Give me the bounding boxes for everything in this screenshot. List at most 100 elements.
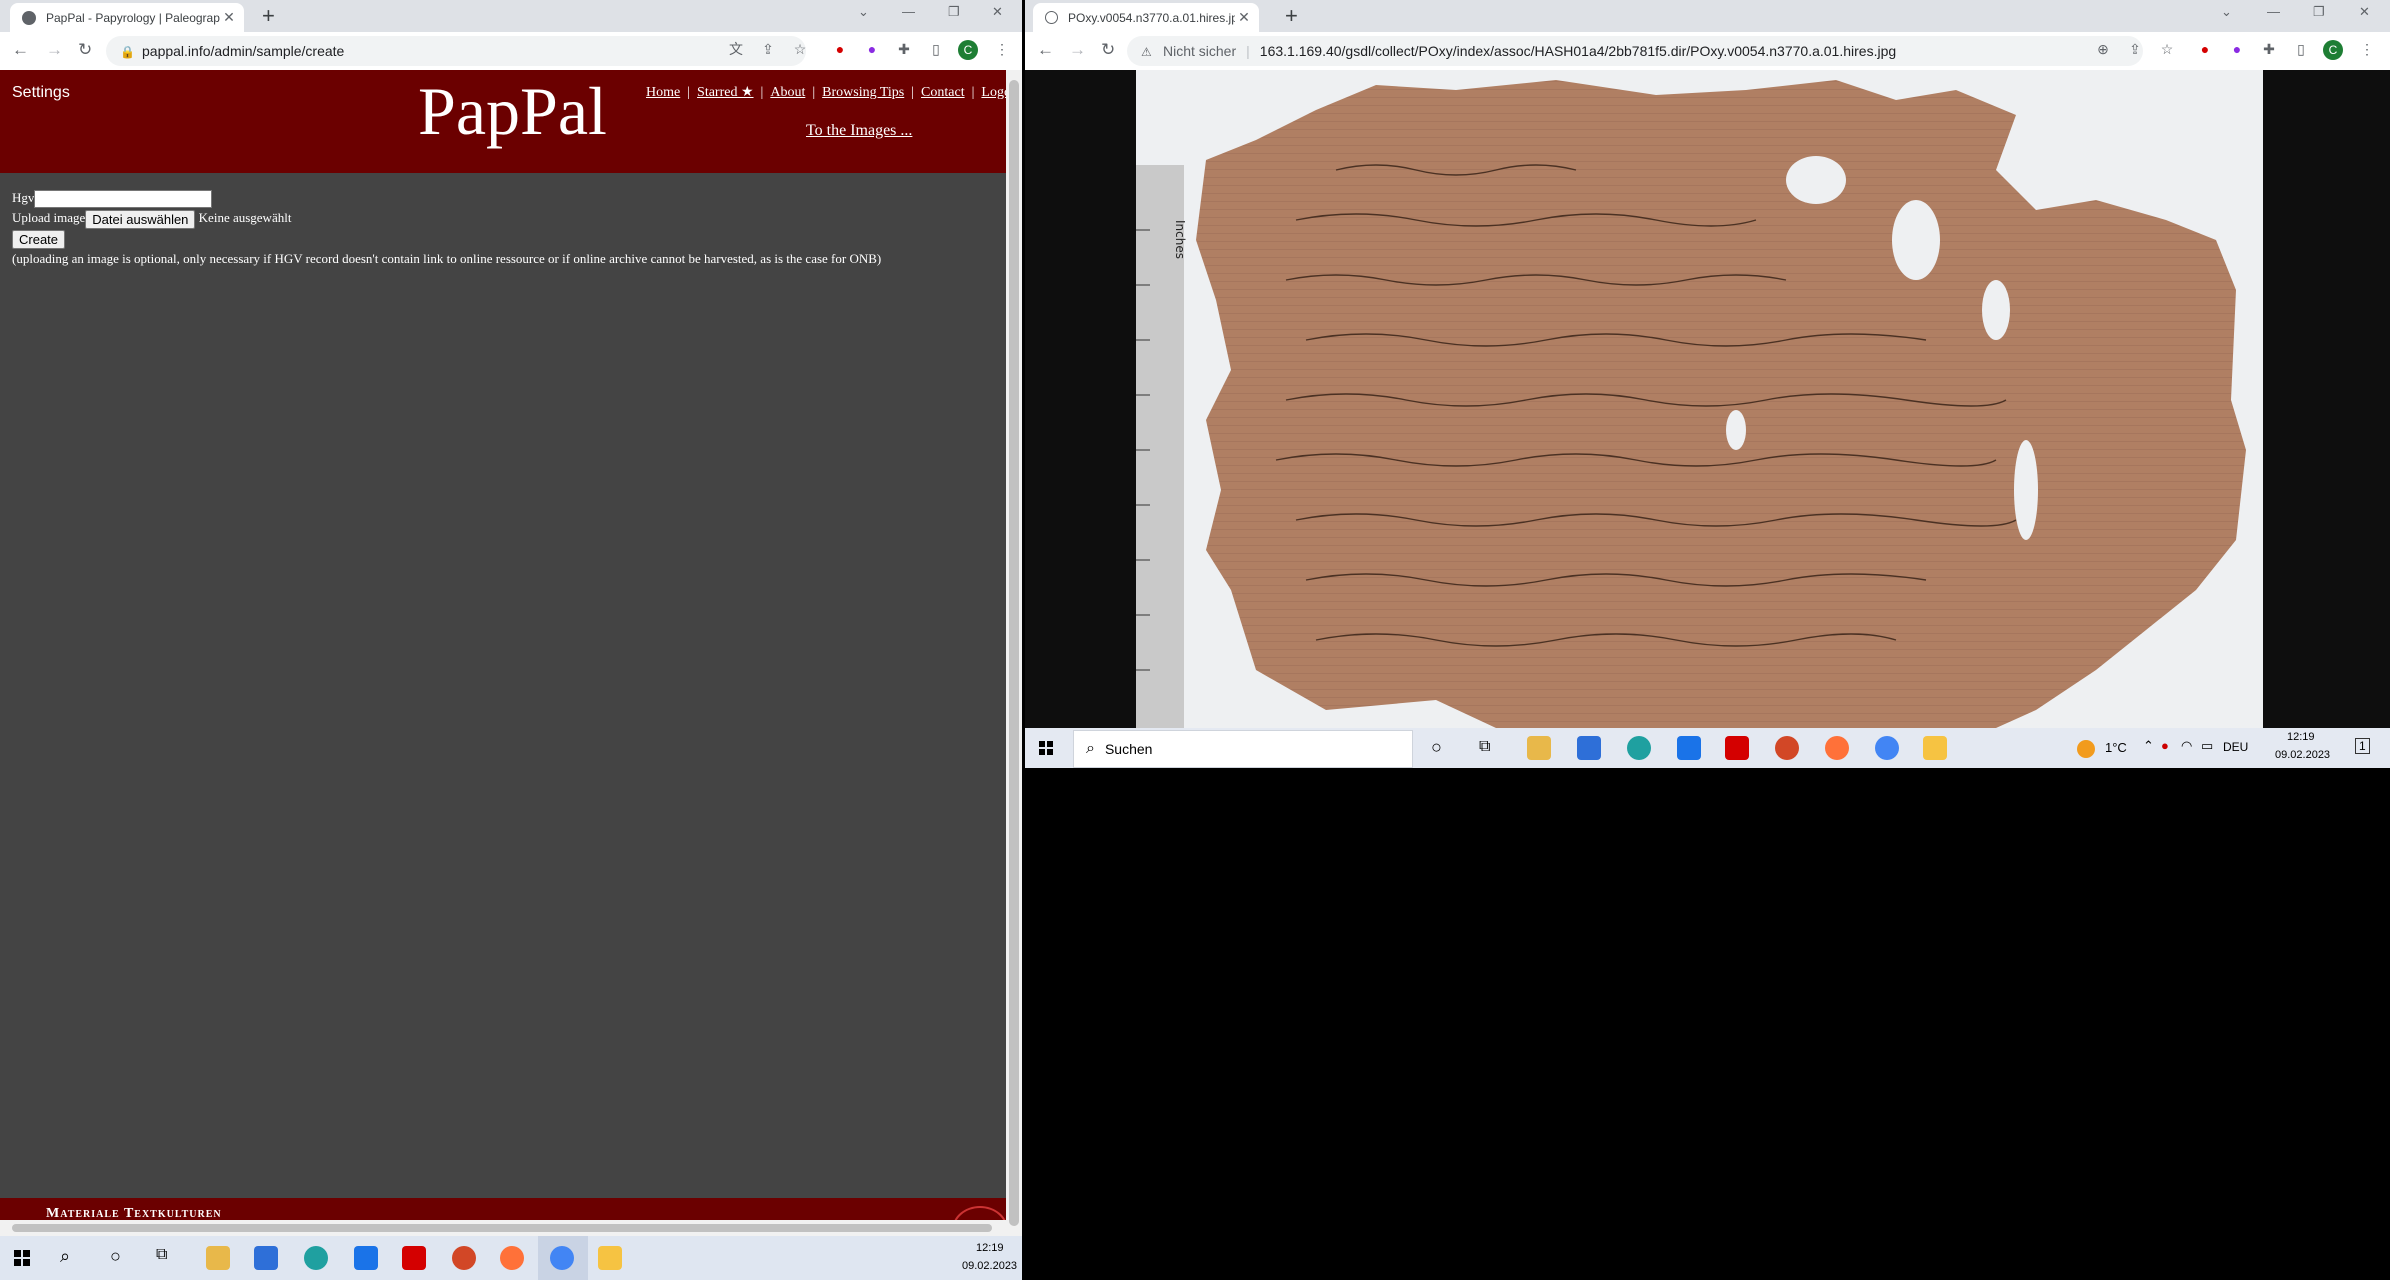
address-bar[interactable]: ⚠ Nicht sicher | 163.1.169.40/gsdl/colle…	[1127, 36, 2143, 66]
new-tab-button[interactable]: +	[1285, 4, 1298, 28]
edge-icon[interactable]	[304, 1246, 328, 1270]
store-icon[interactable]	[254, 1246, 278, 1270]
profile-avatar[interactable]: C	[958, 40, 978, 60]
sticky-app-icon[interactable]	[598, 1246, 622, 1270]
horizontal-scroll-thumb[interactable]	[12, 1224, 992, 1232]
address-bar[interactable]: 🔒 pappal.info/admin/sample/create	[106, 36, 806, 66]
reload-icon[interactable]: ↻	[1101, 40, 1115, 60]
battery-icon[interactable]: ▭	[2201, 738, 2213, 754]
search-icon[interactable]: ⌕	[60, 1246, 70, 1267]
minimize-button[interactable]: —	[902, 4, 915, 19]
tab-search-icon[interactable]: ⌄	[2221, 4, 2232, 20]
reload-icon[interactable]: ↻	[78, 40, 92, 60]
task-view-icon[interactable]: ⧉	[1479, 738, 1490, 756]
network-icon[interactable]: ◠	[2181, 738, 2192, 754]
powerpoint-icon[interactable]	[1775, 736, 1799, 760]
site-header: Settings PapPal Home | Starred ★ | About | Bro…	[0, 70, 1006, 173]
vertical-scroll-thumb[interactable]	[1009, 80, 1019, 1226]
nav-browsing-tips[interactable]: Browsing Tips	[822, 85, 904, 100]
clock-date[interactable]: 09.02.2023	[962, 1260, 1017, 1272]
firefox-icon[interactable]	[1825, 736, 1849, 760]
close-window-button[interactable]: ✕	[2359, 4, 2370, 20]
extension-red-icon[interactable]: ●	[832, 41, 848, 57]
notification-badge[interactable]: 1	[2355, 738, 2370, 754]
chrome-icon[interactable]	[1875, 736, 1899, 760]
menu-kebab-icon[interactable]: ⋮	[2359, 41, 2375, 57]
nav-about[interactable]: About	[770, 85, 805, 100]
language-indicator[interactable]: DEU	[2223, 740, 2248, 754]
task-view-icon[interactable]: ⧉	[156, 1246, 167, 1264]
tray-chevron-icon[interactable]: ⌃	[2143, 738, 2154, 754]
warning-triangle-icon: ⚠	[1141, 45, 1152, 59]
translate-icon[interactable]: 文	[728, 41, 744, 57]
clock-time[interactable]: 12:19	[976, 1242, 1004, 1254]
site-logo[interactable]: PapPal	[418, 72, 607, 151]
sticky-app-icon[interactable]	[1923, 736, 1947, 760]
horizontal-scrollbar[interactable]	[0, 1220, 1006, 1236]
to-images-link[interactable]: To the Images ...	[806, 122, 912, 140]
profile-avatar[interactable]: C	[2323, 40, 2343, 60]
edge-icon[interactable]	[1627, 736, 1651, 760]
file-explorer-icon[interactable]	[206, 1246, 230, 1270]
forward-icon[interactable]: →	[1069, 40, 1086, 60]
extensions-puzzle-icon[interactable]: ✚	[2261, 41, 2277, 57]
close-tab-icon[interactable]: ✕	[1235, 9, 1253, 26]
extension-purple-icon[interactable]: ●	[2229, 41, 2245, 57]
settings-link[interactable]: Settings	[12, 84, 70, 102]
acrobat-icon[interactable]	[1725, 736, 1749, 760]
close-window-button[interactable]: ✕	[992, 4, 1003, 20]
restore-button[interactable]: ❐	[2313, 4, 2325, 20]
share-icon[interactable]: ⇪	[2127, 41, 2143, 57]
bookmark-star-icon[interactable]: ☆	[2159, 41, 2175, 57]
papyrus-image[interactable]: Inches	[1136, 70, 2263, 728]
hgv-input[interactable]	[34, 190, 213, 209]
create-button[interactable]: Create	[12, 230, 66, 250]
mail-icon[interactable]	[1677, 736, 1701, 760]
chrome-icon[interactable]	[550, 1246, 574, 1270]
new-tab-button[interactable]: +	[262, 4, 275, 28]
taskbar-search-box[interactable]: ⌕ Suchen	[1073, 730, 1413, 768]
minimize-button[interactable]: —	[2267, 4, 2280, 19]
cortana-icon[interactable]: ○	[1431, 737, 1442, 758]
clock-date[interactable]: 09.02.2023	[2275, 749, 2330, 761]
vertical-scrollbar[interactable]	[1006, 70, 1022, 1236]
clock-time[interactable]: 12:19	[2287, 731, 2315, 743]
windows-start-icon[interactable]	[1039, 741, 1053, 755]
tab-pappal[interactable]: PapPal - Papyrology | Paleograph ✕	[10, 3, 244, 32]
extension-red-icon[interactable]: ●	[2197, 41, 2213, 57]
file-explorer-icon[interactable]	[1527, 736, 1551, 760]
pappal-favicon-icon	[22, 10, 36, 25]
acrobat-icon[interactable]	[402, 1246, 426, 1270]
security-label[interactable]: Nicht sicher	[1163, 43, 1236, 59]
firefox-icon[interactable]	[500, 1246, 524, 1270]
tray-app-icon[interactable]: ●	[2161, 738, 2169, 753]
back-icon[interactable]: ←	[1037, 40, 1054, 60]
tab-search-icon[interactable]: ⌄	[858, 4, 869, 20]
forward-icon[interactable]: →	[46, 40, 63, 60]
nav-contact[interactable]: Contact	[921, 85, 965, 100]
share-icon[interactable]: ⇪	[760, 41, 776, 57]
choose-file-button[interactable]: Datei auswählen	[85, 209, 196, 229]
bookmark-star-icon[interactable]: ☆	[792, 41, 808, 57]
nav-starred[interactable]: Starred ★	[697, 85, 753, 100]
close-tab-icon[interactable]: ✕	[220, 9, 238, 26]
nav-home[interactable]: Home	[646, 85, 680, 100]
store-icon[interactable]	[1577, 736, 1601, 760]
extensions-puzzle-icon[interactable]: ✚	[896, 41, 912, 57]
powerpoint-icon[interactable]	[452, 1246, 476, 1270]
side-panel-icon[interactable]: ▯	[2293, 41, 2309, 57]
weather-icon[interactable]	[2077, 740, 2095, 758]
back-icon[interactable]: ←	[12, 40, 29, 60]
search-icon: ⌕	[1086, 740, 1095, 757]
cortana-icon[interactable]: ○	[110, 1246, 121, 1267]
zoom-icon[interactable]: ⊕	[2095, 41, 2111, 57]
extension-purple-icon[interactable]: ●	[864, 41, 880, 57]
menu-kebab-icon[interactable]: ⋮	[994, 41, 1010, 57]
side-panel-icon[interactable]: ▯	[928, 41, 944, 57]
mail-icon[interactable]	[354, 1246, 378, 1270]
nav-logout[interactable]: Logou	[981, 85, 1006, 100]
temperature[interactable]: 1°C	[2105, 740, 2127, 755]
restore-button[interactable]: ❐	[948, 4, 960, 20]
windows-start-icon[interactable]	[14, 1250, 30, 1266]
tab-image[interactable]: POxy.v0054.n3770.a.01.hires.jpg ✕	[1033, 3, 1259, 32]
